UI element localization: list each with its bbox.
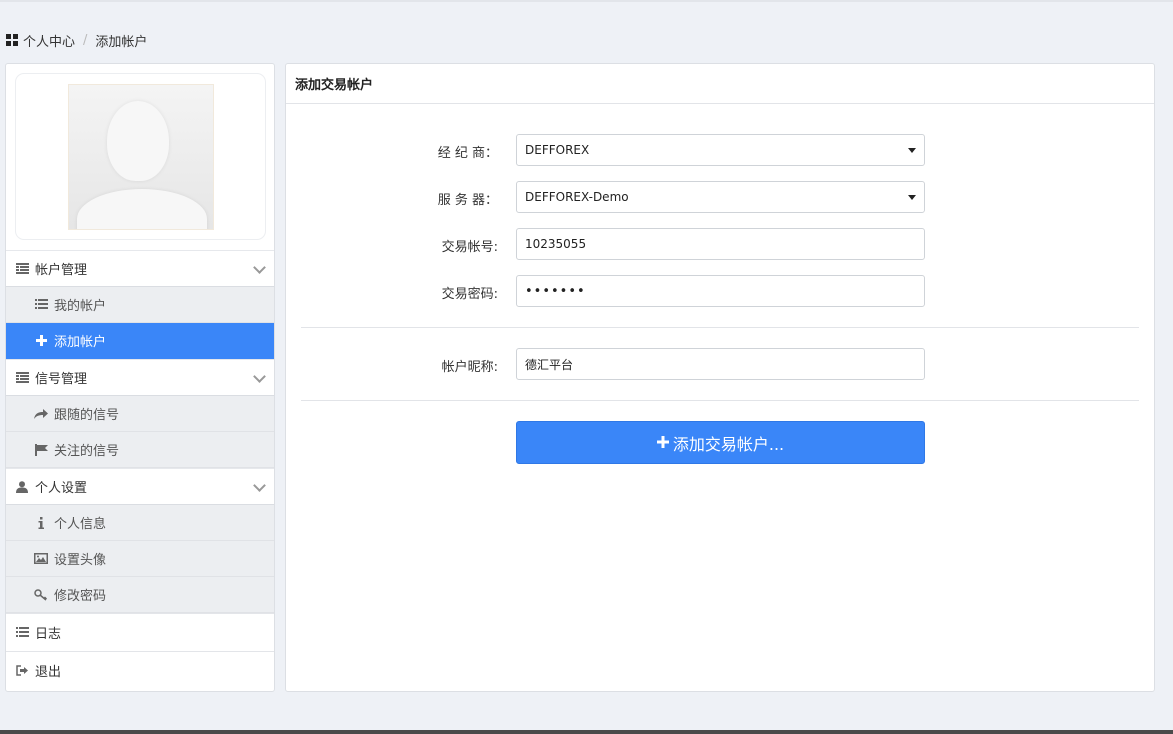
sidebar-item-set-avatar[interactable]: 设置头像 (6, 541, 274, 577)
sidebar-item-label: 退出 (35, 665, 62, 680)
sidebar-item-change-password[interactable]: 修改密码 (6, 577, 274, 613)
menu-group-account[interactable]: 帐户管理 (6, 250, 274, 287)
password-label: 交易密码: (441, 287, 498, 302)
server-selected-value: DEFFOREX-Demo (525, 190, 629, 204)
server-select[interactable]: DEFFOREX-Demo (516, 181, 925, 213)
form-divider (301, 327, 1139, 328)
flag-icon (34, 443, 48, 457)
breadcrumb-current: 添加帐户 (95, 34, 148, 50)
sidebar-item-label: 修改密码 (54, 589, 107, 604)
plus-icon (34, 334, 48, 348)
nickname-input[interactable]: 德汇平台 (516, 348, 925, 380)
menu-group-settings[interactable]: 个人设置 (6, 468, 274, 505)
breadcrumb: 个人中心 / 添加帐户 (6, 31, 148, 50)
broker-select[interactable]: DEFFOREX (516, 134, 925, 166)
sidebar-item-add-account[interactable]: 添加帐户 (6, 323, 274, 359)
chevron-down-icon (253, 261, 266, 274)
dashboard-grid-icon (6, 34, 19, 46)
form-divider (301, 400, 1139, 401)
breadcrumb-separator: / (83, 32, 88, 48)
server-row: 服 务 器： DEFFOREX-Demo (286, 181, 1156, 213)
breadcrumb-home[interactable]: 个人中心 (23, 31, 75, 50)
broker-label: 经 纪 商： (437, 146, 498, 161)
nickname-value: 德汇平台 (525, 357, 574, 372)
sidebar-item-label: 个人信息 (54, 517, 107, 532)
plus-icon (656, 433, 669, 452)
info-icon (34, 516, 48, 530)
sidebar-item-label: 设置头像 (54, 553, 107, 568)
account-number-value: 10235055 (525, 237, 587, 251)
bottom-border (0, 730, 1173, 734)
password-input[interactable]: ••••••• (516, 275, 925, 307)
list-alt-icon (15, 371, 29, 385)
menu-group-label: 帐户管理 (35, 263, 88, 278)
avatar-card (16, 74, 265, 239)
password-row: 交易密码: ••••••• (286, 275, 1156, 307)
avatar (68, 84, 214, 230)
account-label: 交易帐号: (441, 240, 498, 255)
sidebar-item-label: 我的帐户 (54, 299, 107, 314)
sidebar-item-watched-signals[interactable]: 关注的信号 (6, 432, 274, 468)
user-icon (15, 480, 29, 494)
chevron-down-icon (253, 479, 266, 492)
menu-group-signals[interactable]: 信号管理 (6, 359, 274, 396)
picture-icon (34, 552, 48, 566)
logout-icon (15, 664, 29, 678)
nickname-label: 帐户昵称: (441, 360, 498, 375)
sidebar-item-log[interactable]: 日志 (6, 613, 274, 651)
menu-group-label: 个人设置 (35, 481, 88, 496)
sidebar: 帐户管理 我的帐户 添加帐户 信号管理 跟随的信号 关注的信号 个人设置 个人信… (5, 63, 275, 692)
list-alt-icon (15, 262, 29, 276)
sidebar-item-profile[interactable]: 个人信息 (6, 505, 274, 541)
sidebar-item-label: 添加帐户 (54, 335, 107, 350)
sidebar-menu: 帐户管理 我的帐户 添加帐户 信号管理 跟随的信号 关注的信号 个人设置 个人信… (6, 250, 274, 689)
sidebar-item-followed-signals[interactable]: 跟随的信号 (6, 396, 274, 432)
add-account-button[interactable]: 添加交易帐户... (516, 421, 925, 464)
server-label: 服 务 器： (437, 193, 498, 208)
add-account-panel: 添加交易帐户 经 纪 商： DEFFOREX 服 务 器： DEFFOREX-D… (285, 63, 1155, 692)
sidebar-item-label: 关注的信号 (54, 444, 120, 459)
sidebar-item-my-accounts[interactable]: 我的帐户 (6, 287, 274, 323)
account-row: 交易帐号: 10235055 (286, 228, 1156, 260)
top-border (0, 0, 1173, 2)
sidebar-item-label: 跟随的信号 (54, 408, 120, 423)
password-masked-value: ••••••• (525, 283, 586, 299)
list-icon (15, 626, 29, 640)
sidebar-item-logout[interactable]: 退出 (6, 651, 274, 689)
panel-title: 添加交易帐户 (286, 64, 1154, 104)
caret-down-icon (908, 195, 916, 200)
broker-selected-value: DEFFOREX (525, 143, 590, 157)
share-icon (34, 407, 48, 421)
add-account-button-label: 添加交易帐户... (672, 434, 785, 454)
account-number-input[interactable]: 10235055 (516, 228, 925, 260)
caret-down-icon (908, 148, 916, 153)
broker-row: 经 纪 商： DEFFOREX (286, 134, 1156, 166)
menu-group-label: 信号管理 (35, 372, 88, 387)
key-icon (34, 588, 48, 602)
nickname-row: 帐户昵称: 德汇平台 (286, 348, 1156, 380)
sidebar-item-label: 日志 (35, 627, 62, 642)
list-icon (34, 298, 48, 312)
chevron-down-icon (253, 370, 266, 383)
